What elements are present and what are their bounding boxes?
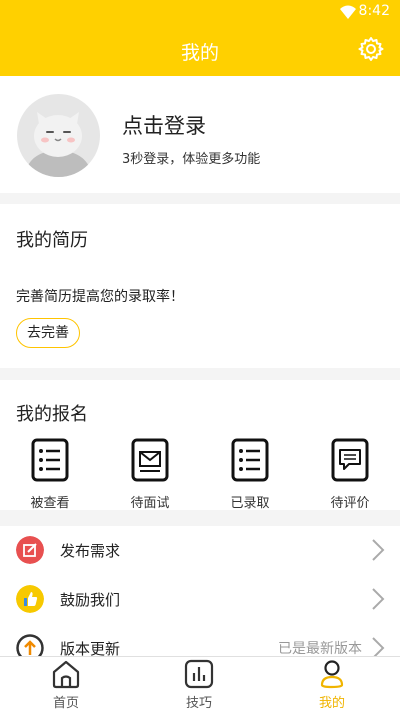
- chart-icon: [184, 659, 214, 689]
- comment-document-icon: [331, 438, 369, 482]
- person-icon: [320, 660, 344, 689]
- login-title[interactable]: 点击登录: [122, 110, 206, 140]
- page-title: 我的: [180, 42, 219, 64]
- tab-label: 首页: [52, 696, 79, 710]
- menu-item-encourage[interactable]: 鼓励我们: [0, 575, 400, 624]
- chevron-right-icon: [372, 539, 385, 561]
- list-document-icon: [231, 438, 269, 482]
- list-document-icon: [31, 438, 69, 482]
- applications-title: 我的报名: [16, 404, 88, 425]
- status-viewed[interactable]: 被查看: [20, 438, 80, 511]
- resume-section: 我的简历 完善简历提高您的录取率！ 去完善: [0, 204, 400, 368]
- status-accepted[interactable]: 已录取: [220, 438, 280, 511]
- thumbs-up-icon: [16, 585, 44, 613]
- edit-icon: [16, 536, 44, 564]
- version-status: 已是最新版本: [278, 641, 362, 657]
- login-subtitle: 3秒登录，体验更多功能: [122, 152, 261, 167]
- status-bar: 8:42: [0, 0, 400, 24]
- avatar[interactable]: [17, 94, 100, 177]
- status-label: 待面试: [130, 496, 170, 511]
- tab-label: 我的: [318, 696, 345, 710]
- bottom-tab-bar: 首页 技巧 我的: [0, 656, 400, 710]
- tab-mine[interactable]: 我的: [292, 659, 372, 710]
- status-label: 待评价: [330, 496, 370, 511]
- tab-label: 技巧: [185, 696, 212, 710]
- resume-description: 完善简历提高您的录取率！: [16, 289, 184, 305]
- home-icon: [52, 660, 80, 689]
- menu-item-publish[interactable]: 发布需求: [0, 526, 400, 575]
- menu-label: 鼓励我们: [60, 591, 121, 609]
- status-label: 被查看: [30, 496, 70, 511]
- mascot-icon: [25, 112, 92, 177]
- resume-title: 我的简历: [16, 230, 88, 251]
- tab-home[interactable]: 首页: [26, 659, 106, 710]
- complete-resume-button[interactable]: 去完善: [16, 318, 80, 348]
- menu-list: 发布需求 鼓励我们 版本更新 已是最新版本: [0, 526, 400, 662]
- chevron-right-icon: [372, 588, 385, 610]
- applications-section: 我的报名 被查看 待面试 已录取 待评价: [0, 380, 400, 511]
- title-bar: 我的: [0, 24, 400, 76]
- wifi-icon: [340, 5, 356, 19]
- status-review[interactable]: 待评价: [320, 438, 380, 511]
- menu-label: 发布需求: [60, 542, 121, 560]
- status-label: 已录取: [230, 496, 270, 511]
- envelope-document-icon: [131, 438, 169, 482]
- profile-card[interactable]: 点击登录 3秒登录，体验更多功能: [0, 76, 400, 193]
- status-interview[interactable]: 待面试: [120, 438, 180, 511]
- gear-icon[interactable]: [358, 36, 384, 62]
- clock: 8:42: [358, 3, 390, 19]
- tab-tips[interactable]: 技巧: [159, 659, 239, 710]
